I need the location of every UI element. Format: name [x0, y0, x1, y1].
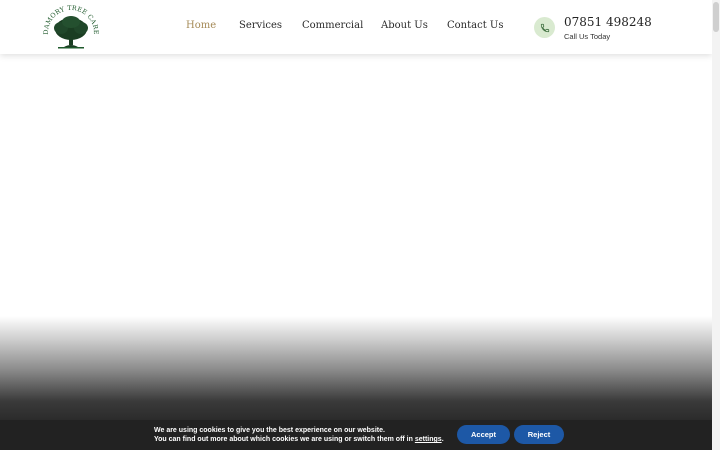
cookie-message: We are using cookies to give you the bes… [154, 426, 444, 444]
nav-about-us[interactable]: About Us [381, 20, 428, 31]
cookie-settings-link[interactable]: settings [415, 436, 442, 443]
tree-logo-icon: DAMORY TREE CARE [42, 4, 100, 49]
scrollbar-thumb[interactable] [713, 2, 719, 32]
phone-icon[interactable] [534, 17, 555, 38]
page-scrollbar[interactable] [712, 0, 720, 450]
site-header: DAMORY TREE CARE Home Services Commercia… [0, 0, 712, 54]
cookie-banner: We are using cookies to give you the bes… [0, 420, 712, 450]
nav-services[interactable]: Services [239, 20, 282, 31]
nav-contact-us[interactable]: Contact Us [447, 20, 503, 31]
phone-subtitle: Call Us Today [564, 32, 611, 41]
hero-gradient [0, 316, 712, 420]
cookie-line-2-text: You can find out more about which cookie… [154, 436, 415, 443]
nav-home[interactable]: Home [186, 20, 216, 31]
nav-commercial[interactable]: Commercial [302, 20, 363, 31]
phone-number[interactable]: 07851 498248 [564, 15, 652, 29]
cookie-line-2-end: . [441, 436, 444, 443]
reject-cookies-button[interactable]: Reject [514, 425, 564, 444]
cookie-line-1: We are using cookies to give you the bes… [154, 427, 385, 434]
accept-cookies-button[interactable]: Accept [457, 425, 510, 444]
cookie-line-2: You can find out more about which cookie… [154, 435, 444, 444]
phone-glyph-icon [540, 23, 549, 32]
site-logo[interactable]: DAMORY TREE CARE [42, 3, 100, 51]
